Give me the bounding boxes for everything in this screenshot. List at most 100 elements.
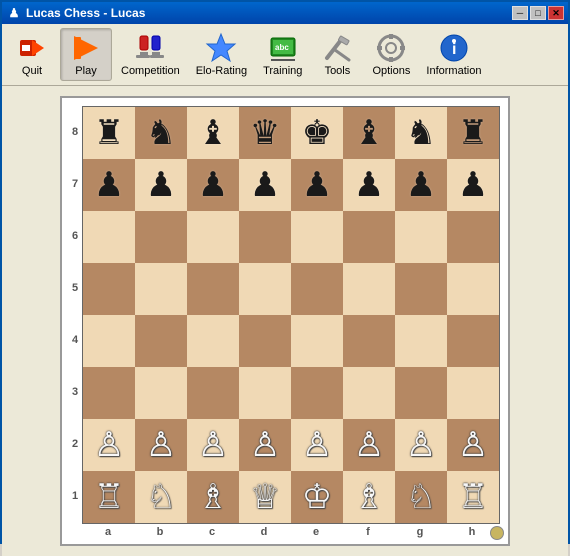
cell-f5[interactable]	[343, 263, 395, 315]
toolbar-training[interactable]: abc Training	[256, 28, 309, 81]
cell-f1[interactable]: ♗	[343, 471, 395, 523]
options-label: Options	[372, 65, 410, 77]
cell-a5[interactable]	[83, 263, 135, 315]
piece-b1: ♘	[146, 480, 176, 514]
close-button[interactable]: ✕	[548, 6, 564, 20]
cell-b1[interactable]: ♘	[135, 471, 187, 523]
cell-b4[interactable]	[135, 315, 187, 367]
cell-f4[interactable]	[343, 315, 395, 367]
cell-c3[interactable]	[187, 367, 239, 419]
cell-b7[interactable]: ♟	[135, 159, 187, 211]
svg-text:abc: abc	[275, 43, 289, 52]
main-window: ♟ Lucas Chess - Lucas ─ □ ✕ Quit	[0, 0, 570, 544]
cell-h8[interactable]: ♜	[447, 107, 499, 159]
chess-board[interactable]: ♜♞♝♛♚♝♞♜♟♟♟♟♟♟♟♟♙♙♙♙♙♙♙♙♖♘♗♕♔♗♘♖	[82, 106, 500, 524]
title-bar: ♟ Lucas Chess - Lucas ─ □ ✕	[2, 2, 568, 24]
toolbar-options[interactable]: Options	[365, 28, 417, 81]
cell-e8[interactable]: ♚	[291, 107, 343, 159]
piece-b7: ♟	[146, 168, 176, 202]
piece-g2: ♙	[406, 428, 436, 462]
board-container: 8 7 6 5 4 3 2 1 ♜♞♝♛♚♝♞♜♟♟♟♟♟♟♟♟♙♙♙♙♙♙♙♙…	[60, 96, 510, 546]
cell-c1[interactable]: ♗	[187, 471, 239, 523]
cell-d6[interactable]	[239, 211, 291, 263]
piece-d1: ♕	[250, 480, 280, 514]
cell-g2[interactable]: ♙	[395, 419, 447, 471]
cell-h1[interactable]: ♖	[447, 471, 499, 523]
cell-d2[interactable]: ♙	[239, 419, 291, 471]
training-icon: abc	[267, 32, 299, 64]
cell-h3[interactable]	[447, 367, 499, 419]
cell-f2[interactable]: ♙	[343, 419, 395, 471]
piece-c7: ♟	[198, 168, 228, 202]
elo-label: Elo-Rating	[196, 65, 247, 77]
piece-h1: ♖	[458, 480, 488, 514]
toolbar-play[interactable]: Play	[60, 28, 112, 81]
file-f: f	[342, 524, 394, 540]
maximize-button[interactable]: □	[530, 6, 546, 20]
minimize-button[interactable]: ─	[512, 6, 528, 20]
cell-g7[interactable]: ♟	[395, 159, 447, 211]
cell-g4[interactable]	[395, 315, 447, 367]
cell-d8[interactable]: ♛	[239, 107, 291, 159]
cell-b3[interactable]	[135, 367, 187, 419]
toolbar-quit[interactable]: Quit	[6, 28, 58, 81]
cell-b5[interactable]	[135, 263, 187, 315]
cell-a2[interactable]: ♙	[83, 419, 135, 471]
cell-a8[interactable]: ♜	[83, 107, 135, 159]
competition-label: Competition	[121, 65, 180, 77]
cell-h4[interactable]	[447, 315, 499, 367]
cell-f8[interactable]: ♝	[343, 107, 395, 159]
cell-c5[interactable]	[187, 263, 239, 315]
cell-c4[interactable]	[187, 315, 239, 367]
toolbar-information[interactable]: i Information	[419, 28, 488, 81]
cell-g3[interactable]	[395, 367, 447, 419]
toolbar-tools[interactable]: Tools	[311, 28, 363, 81]
cell-e1[interactable]: ♔	[291, 471, 343, 523]
rank-5: 5	[68, 262, 82, 314]
toolbar-elo[interactable]: Elo-Rating	[189, 28, 254, 81]
cell-d5[interactable]	[239, 263, 291, 315]
cell-a4[interactable]	[83, 315, 135, 367]
cell-d3[interactable]	[239, 367, 291, 419]
piece-a2: ♙	[94, 428, 124, 462]
cell-e4[interactable]	[291, 315, 343, 367]
cell-h6[interactable]	[447, 211, 499, 263]
cell-b2[interactable]: ♙	[135, 419, 187, 471]
cell-g8[interactable]: ♞	[395, 107, 447, 159]
piece-h7: ♟	[458, 168, 488, 202]
piece-h2: ♙	[458, 428, 488, 462]
cell-b6[interactable]	[135, 211, 187, 263]
cell-a1[interactable]: ♖	[83, 471, 135, 523]
cell-h7[interactable]: ♟	[447, 159, 499, 211]
cell-d4[interactable]	[239, 315, 291, 367]
cell-c8[interactable]: ♝	[187, 107, 239, 159]
cell-e3[interactable]	[291, 367, 343, 419]
cell-e6[interactable]	[291, 211, 343, 263]
cell-f6[interactable]	[343, 211, 395, 263]
cell-g1[interactable]: ♘	[395, 471, 447, 523]
cell-c2[interactable]: ♙	[187, 419, 239, 471]
cell-a6[interactable]	[83, 211, 135, 263]
cell-d7[interactable]: ♟	[239, 159, 291, 211]
cell-e7[interactable]: ♟	[291, 159, 343, 211]
cell-d1[interactable]: ♕	[239, 471, 291, 523]
cell-h2[interactable]: ♙	[447, 419, 499, 471]
cell-f3[interactable]	[343, 367, 395, 419]
cell-c6[interactable]	[187, 211, 239, 263]
cell-b8[interactable]: ♞	[135, 107, 187, 159]
cell-e2[interactable]: ♙	[291, 419, 343, 471]
cell-a3[interactable]	[83, 367, 135, 419]
cell-a7[interactable]: ♟	[83, 159, 135, 211]
cell-h5[interactable]	[447, 263, 499, 315]
file-c: c	[186, 524, 238, 540]
toolbar-competition[interactable]: Competition	[114, 28, 187, 81]
cell-f7[interactable]: ♟	[343, 159, 395, 211]
tools-icon	[321, 32, 353, 64]
file-b: b	[134, 524, 186, 540]
cell-g6[interactable]	[395, 211, 447, 263]
play-icon	[70, 32, 102, 64]
cell-g5[interactable]	[395, 263, 447, 315]
cell-c7[interactable]: ♟	[187, 159, 239, 211]
cell-e5[interactable]	[291, 263, 343, 315]
piece-a1: ♖	[94, 480, 124, 514]
